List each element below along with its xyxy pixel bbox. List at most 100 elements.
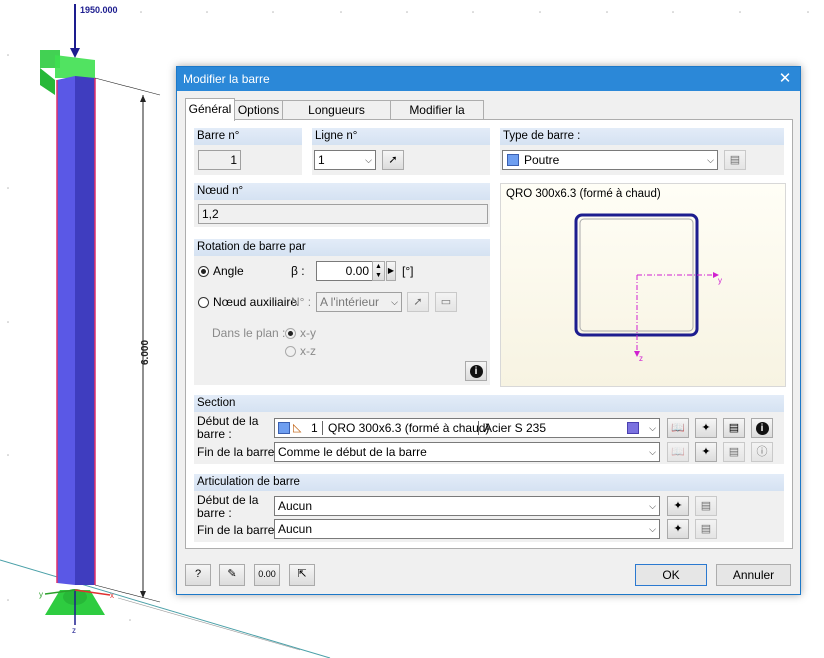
pencil-icon: ✎ [227, 568, 237, 580]
hinge-end-value: Aucun [278, 522, 313, 536]
chevron-down-icon: ⌵ [649, 501, 656, 511]
member-type-value: Poutre [524, 153, 560, 167]
preview-y-label: y [718, 276, 722, 285]
top-support-side [40, 68, 55, 95]
edit-section-end-button[interactable]: ▤ [723, 442, 745, 462]
hinge-end-select[interactable]: Aucun ⌵ [274, 519, 660, 539]
tab-general[interactable]: Général [185, 98, 235, 121]
dimension-value: 6.000 [140, 340, 151, 365]
chevron-down-icon: ⌵ [649, 524, 656, 534]
chevron-down-icon: ⌵ [391, 297, 398, 307]
info-button[interactable]: i [465, 361, 487, 381]
pick-aux-node-button[interactable]: ➚ [407, 292, 429, 312]
aux-node-label: Nœud auxiliaire [213, 295, 298, 309]
chevron-down-icon: ⌵ [365, 155, 372, 165]
triangle-right-icon: ▶ [387, 266, 395, 275]
edit-notes-button[interactable]: ✎ [219, 564, 245, 586]
help-icon: ? [194, 568, 202, 580]
separator [322, 421, 323, 435]
preview-z-label: z [639, 354, 643, 363]
help-button[interactable]: ? [185, 564, 211, 586]
plane-label: Dans le plan : [212, 326, 286, 340]
plane-xy-label: x-y [300, 326, 316, 340]
material-swatch [627, 422, 639, 434]
section-info-button[interactable]: i [751, 418, 773, 438]
pick-line-button[interactable]: ➚ [382, 150, 404, 170]
new-aux-node-button[interactable]: ▭ [435, 292, 457, 312]
new-hinge-start-button[interactable]: ✦ [667, 496, 689, 516]
chevron-down-icon: ⌵ [649, 447, 656, 457]
cursor-pick-icon: ➚ [388, 154, 398, 166]
section-type-icon: ◺ [293, 422, 302, 434]
column-side [75, 76, 95, 585]
tab-options[interactable]: Options [234, 100, 283, 120]
member-type-label: Type de barre : [500, 128, 784, 145]
ok-button[interactable]: OK [635, 564, 707, 586]
section-start-label: Début de la barre : [197, 414, 259, 441]
section-end-label: Fin de la barre : [197, 445, 282, 459]
column-front [57, 76, 75, 585]
member-type-swatch [507, 154, 519, 166]
member-no-label: Barre n° [194, 128, 302, 145]
edit-hinge-end-button[interactable]: ▤ [695, 519, 717, 539]
edit-hinge-start-button[interactable]: ▤ [695, 496, 717, 516]
book-icon: 📖 [671, 422, 685, 434]
aux-node-value: A l'intérieur [320, 295, 379, 309]
group-section: Section Début de la barre : ◺ 1 QRO 300x… [194, 395, 784, 464]
section-swatch [278, 422, 290, 434]
info-icon: i [469, 365, 483, 378]
tab-effective-lengths[interactable]: Longueurs efficaces [282, 100, 391, 136]
title-bar[interactable]: Modifier la barre ✕ [177, 67, 800, 91]
section-end-info-button[interactable]: ⓘ [751, 442, 773, 462]
new-section-end-button[interactable]: ✦ [695, 442, 717, 462]
spin-up-icon: ▲ [375, 263, 382, 270]
group-member-type: Type de barre : Poutre ⌵ ▤ [500, 128, 784, 175]
section-end-select[interactable]: Comme le début de la barre ⌵ [274, 442, 660, 462]
beta-menu-button[interactable]: ▶ [386, 261, 396, 281]
select-icon: ⇱ [297, 568, 307, 580]
edit-icon: ▤ [729, 154, 741, 166]
section-end-value: Comme le début de la barre [278, 445, 427, 459]
section-start-select[interactable]: ◺ 1 QRO 300x6.3 (formé à chaud) Acier S … [274, 418, 660, 438]
new-icon: ✦ [701, 422, 711, 434]
load-arrow-head [70, 48, 80, 58]
radio-angle[interactable] [198, 266, 209, 277]
node-no-field: 1,2 [198, 204, 488, 224]
aux-node-select[interactable]: A l'intérieur ⌵ [316, 292, 402, 312]
close-icon[interactable]: ✕ [774, 69, 796, 89]
edit-member-type-button[interactable]: ▤ [724, 150, 746, 170]
group-rotation: Rotation de barre par Angle β : 0.00 ▲ ▼ … [194, 239, 490, 385]
edit-icon: ▤ [700, 523, 712, 535]
beta-label: β : [291, 264, 305, 278]
radio-plane-xz[interactable] [285, 346, 296, 357]
tab-page-general: Barre n° 1 Ligne n° 1 ⌵ ➚ Type de barre … [185, 119, 793, 549]
new-hinge-end-button[interactable]: ✦ [667, 519, 689, 539]
units-button[interactable]: 0.00 [254, 564, 280, 586]
cancel-button[interactable]: Annuler [716, 564, 791, 586]
beta-unit: [°] [402, 264, 414, 278]
section-end-library-button[interactable]: 📖 [667, 442, 689, 462]
tab-modify-stiffness[interactable]: Modifier la rigidité [390, 100, 484, 136]
axis-x-label: x [110, 591, 114, 600]
select-button[interactable]: ⇱ [289, 564, 315, 586]
section-name: QRO 300x6.3 (formé à chaud) [328, 421, 490, 435]
section-preview: QRO 300x6.3 (formé à chaud) y z [500, 183, 786, 387]
hinge-start-select[interactable]: Aucun ⌵ [274, 496, 660, 516]
group-line-no: Ligne n° 1 ⌵ ➚ [312, 128, 490, 175]
line-no-select[interactable]: 1 ⌵ [314, 150, 376, 170]
section-drawing [574, 213, 719, 357]
rotation-title: Rotation de barre par [194, 239, 490, 256]
new-icon: ✦ [701, 446, 711, 458]
new-section-button[interactable]: ✦ [695, 418, 717, 438]
hinge-start-value: Aucun [278, 499, 313, 513]
beta-spinner[interactable]: ▲ ▼ [372, 261, 385, 281]
section-library-button[interactable]: 📖 [667, 418, 689, 438]
member-type-select[interactable]: Poutre ⌵ [502, 150, 718, 170]
top-support-plate [55, 55, 95, 78]
radio-plane-xy[interactable] [285, 328, 296, 339]
new-node-icon: ▭ [440, 296, 452, 308]
edit-section-button[interactable]: ▤ [723, 418, 745, 438]
radio-aux-node[interactable] [198, 297, 209, 308]
info-icon: ⓘ [756, 446, 768, 458]
spin-down-icon: ▼ [375, 272, 382, 279]
